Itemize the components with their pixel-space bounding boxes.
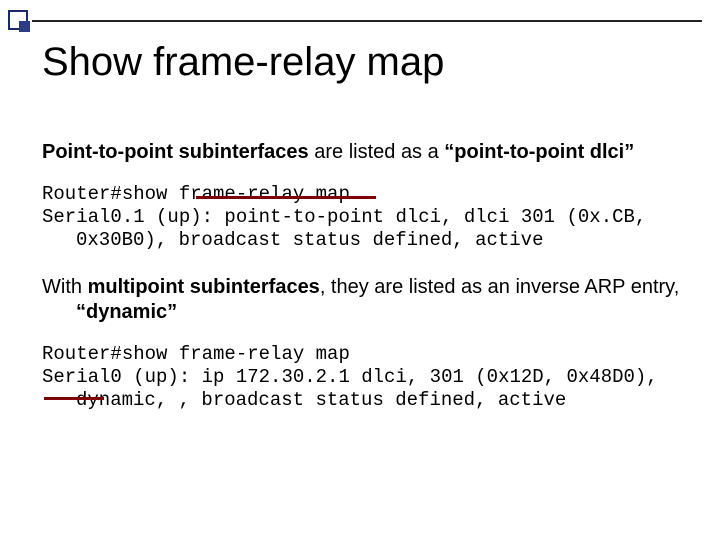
code-block-1: Router#show frame-relay map Serial0.1 (u…: [42, 183, 682, 253]
mp-pre: With: [42, 276, 88, 298]
mp-bold: multipoint subinterfaces: [88, 276, 320, 298]
slide-body: Point-to-point subinterfaces are listed …: [42, 140, 682, 430]
code2-line1: Router#show frame-relay map: [42, 343, 682, 366]
ptp-text: are listed as a: [309, 141, 445, 163]
ptp-bold-2: “point-to-point dlci”: [444, 141, 634, 163]
decor-square-fill: [19, 21, 30, 32]
mp-post: “dynamic”: [76, 301, 177, 323]
code1-line1: Router#show frame-relay map: [42, 183, 682, 206]
annotation-underline-1: [196, 196, 376, 199]
mp-mid: , they are listed as an inverse ARP entr…: [320, 276, 679, 298]
slide: Show frame-relay map Point-to-point subi…: [0, 0, 720, 540]
ptp-bold-1: Point-to-point subinterfaces: [42, 141, 309, 163]
code-block-2: Router#show frame-relay map Serial0 (up)…: [42, 343, 682, 413]
paragraph-ptp: Point-to-point subinterfaces are listed …: [42, 140, 682, 165]
slide-title: Show frame-relay map: [42, 40, 444, 85]
decor-top-rule: [32, 20, 702, 22]
code2-line2: Serial0 (up): ip 172.30.2.1 dlci, 301 (0…: [42, 366, 682, 412]
code1-line2: Serial0.1 (up): point-to-point dlci, dlc…: [42, 206, 682, 252]
annotation-underline-2: [44, 397, 104, 400]
paragraph-multipoint: With multipoint subinterfaces, they are …: [42, 275, 682, 325]
